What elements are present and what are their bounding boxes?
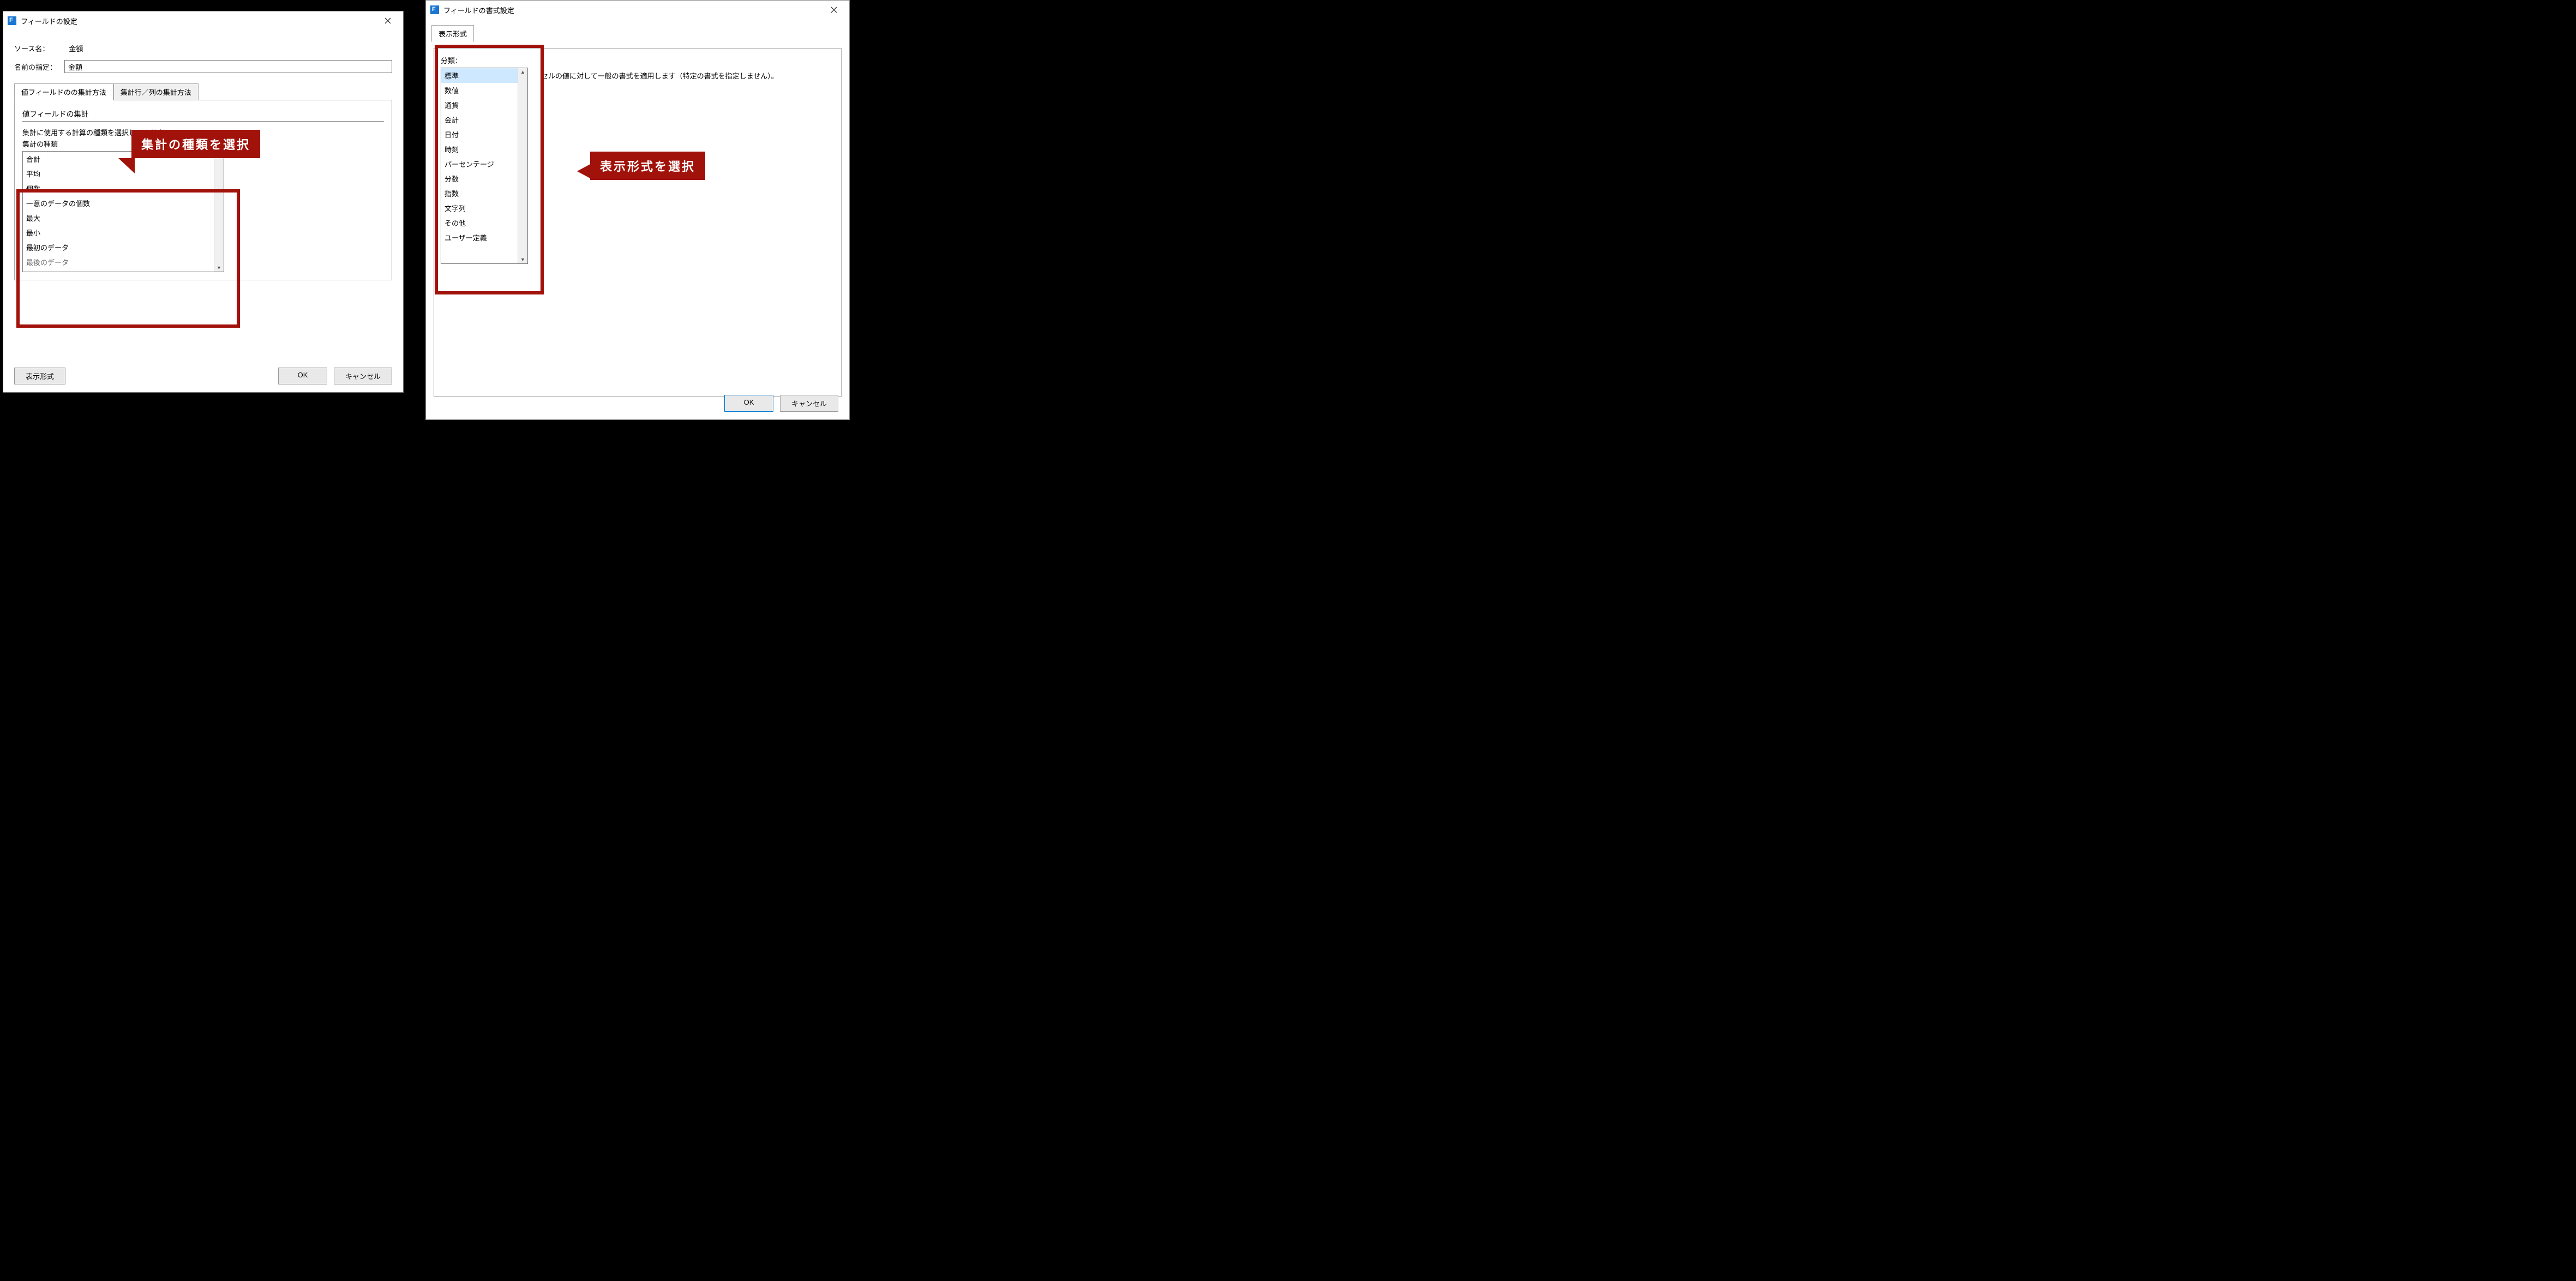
category-label: 分類： — [441, 55, 834, 65]
titlebar: フィールドの書式設定 — [426, 1, 849, 19]
dialog-title: フィールドの設定 — [21, 16, 77, 26]
app-icon — [8, 16, 16, 25]
list-item[interactable]: パーセンテージ — [441, 157, 518, 171]
tab-display-format[interactable]: 表示形式 — [431, 25, 474, 42]
list-item[interactable]: 個数 — [23, 181, 214, 196]
list-item[interactable]: ユーザー定義 — [441, 230, 518, 245]
name-input[interactable] — [64, 60, 392, 73]
list-item[interactable]: 最初のデータ — [23, 240, 214, 255]
list-item[interactable]: 指数 — [441, 186, 518, 201]
format-description: セルの値に対して一般の書式を適用します（特定の書式を指定しません）。 — [541, 70, 833, 81]
tab-summarize-method[interactable]: 値フィールドのの集計方法 — [14, 83, 113, 100]
format-button[interactable]: 表示形式 — [14, 368, 65, 384]
close-icon — [831, 7, 837, 13]
list-item[interactable]: 文字列 — [441, 201, 518, 215]
name-label: 名前の指定： — [14, 62, 57, 72]
close-button[interactable] — [823, 2, 845, 18]
ok-button[interactable]: OK — [278, 368, 327, 384]
tab-strip: 値フィールドのの集計方法 集計行／列の集計方法 — [14, 83, 392, 100]
titlebar: フィールドの設定 — [3, 11, 403, 30]
list-item[interactable]: 一意のデータの個数 — [23, 196, 214, 211]
source-name-label: ソース名： — [14, 43, 49, 53]
annotation-callout-right: 表示形式を選択 — [590, 152, 705, 180]
tab-subtotal-method[interactable]: 集計行／列の集計方法 — [113, 83, 199, 100]
close-button[interactable] — [377, 13, 399, 29]
source-name-value: 金額 — [69, 43, 83, 53]
scrollbar[interactable]: ▲ ▼ — [214, 152, 224, 272]
field-settings-dialog: フィールドの設定 ソース名： 金額 名前の指定： 値フィールドのの集計方法 集計… — [3, 11, 404, 393]
list-item[interactable]: 分数 — [441, 171, 518, 186]
ok-button[interactable]: OK — [724, 395, 773, 412]
app-icon — [430, 5, 439, 14]
list-item[interactable]: その他 — [441, 215, 518, 230]
list-item[interactable]: 通貨 — [441, 98, 518, 112]
scroll-down-icon[interactable]: ▼ — [520, 256, 525, 263]
list-item[interactable]: 会計 — [441, 112, 518, 127]
list-item[interactable]: 時刻 — [441, 142, 518, 157]
list-item[interactable]: 標準 — [441, 68, 518, 83]
list-item[interactable]: 最小 — [23, 225, 214, 240]
dialog-title: フィールドの書式設定 — [443, 5, 514, 15]
scroll-down-icon[interactable]: ▼ — [217, 264, 221, 272]
field-format-dialog: フィールドの書式設定 表示形式 分類： 標準 数値 通貨 会計 日付 時刻 パー… — [425, 0, 850, 420]
list-item[interactable]: 最大 — [23, 211, 214, 225]
list-item[interactable]: 日付 — [441, 127, 518, 142]
annotation-callout-left: 集計の種類を選択 — [131, 130, 260, 158]
category-listbox[interactable]: 標準 数値 通貨 会計 日付 時刻 パーセンテージ 分数 指数 文字列 その他 … — [441, 68, 528, 264]
format-panel: 分類： 標準 数値 通貨 会計 日付 時刻 パーセンテージ 分数 指数 文字列 … — [434, 48, 842, 397]
list-item[interactable]: 数値 — [441, 83, 518, 98]
cancel-button[interactable]: キャンセル — [780, 395, 838, 412]
tab-panel: 値フィールドの集計 集計に使用する計算の種類を選択してください。 集計の種類 合… — [14, 100, 392, 280]
cancel-button[interactable]: キャンセル — [334, 368, 392, 384]
scrollbar[interactable]: ▲ ▼ — [518, 68, 527, 263]
list-item[interactable]: 最後のデータ — [23, 255, 214, 269]
scroll-up-icon[interactable]: ▲ — [520, 68, 525, 76]
section-title: 値フィールドの集計 — [22, 108, 88, 119]
close-icon — [385, 17, 391, 24]
